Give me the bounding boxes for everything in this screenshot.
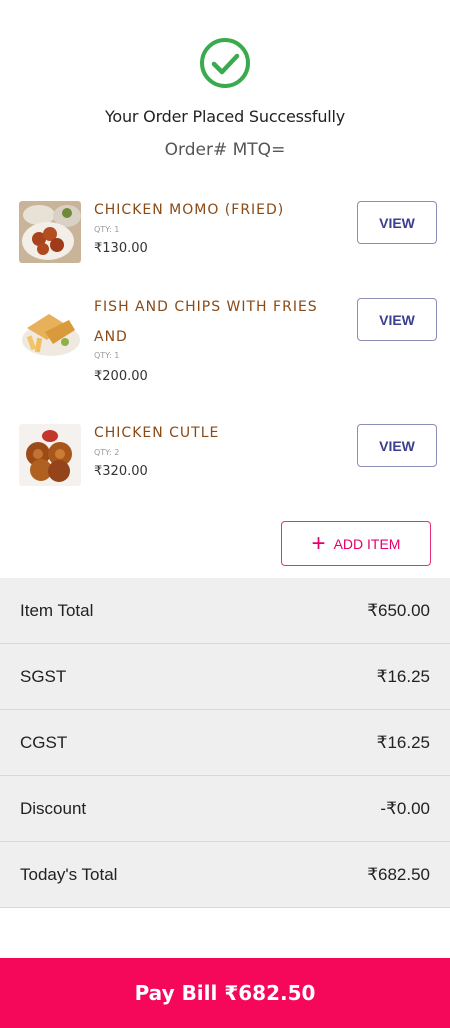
bill-summary: Item Total ₹650.00 SGST ₹16.25 CGST ₹16.… [0, 578, 450, 908]
food-thumbnail [19, 298, 81, 360]
bill-label: Discount [20, 798, 87, 818]
plus-icon: + [311, 529, 326, 557]
bill-label: Item Total [20, 600, 94, 620]
item-qty: QTY: 2 [94, 448, 120, 457]
item-name: FISH AND CHIPS WITH FRIES AND [94, 299, 318, 345]
bill-value: ₹650.00 [367, 600, 430, 620]
bill-label: CGST [20, 732, 68, 752]
item-price: ₹320.00 [94, 464, 148, 479]
bill-value: ₹16.25 [376, 732, 430, 752]
bill-row-sgst: SGST ₹16.25 [0, 644, 450, 710]
item-name: CHICKEN MOMO (FRIED) [94, 202, 285, 218]
add-item-label: ADD ITEM [333, 535, 401, 552]
bill-row-todays-total: Today's Total ₹682.50 [0, 842, 450, 908]
add-item-button[interactable]: + ADD ITEM [281, 521, 431, 566]
bill-value: -₹0.00 [380, 798, 430, 818]
item-name: CHICKEN CUTLE [94, 425, 220, 441]
food-thumbnail [19, 424, 81, 486]
bill-value: ₹16.25 [376, 666, 430, 686]
pay-bill-button[interactable]: Pay Bill ₹682.50 [0, 958, 450, 1028]
item-qty: QTY: 1 [94, 351, 120, 360]
page-title: Your Order Placed Successfully [104, 107, 346, 126]
order-number: Order# MTQ= [164, 140, 286, 160]
view-button[interactable]: VIEW [357, 298, 437, 341]
food-thumbnail [19, 201, 81, 263]
view-button[interactable]: VIEW [357, 424, 437, 467]
bill-row-cgst: CGST ₹16.25 [0, 710, 450, 776]
bill-label: Today's Total [20, 864, 118, 884]
item-qty: QTY: 1 [94, 225, 120, 234]
check-circle-icon [200, 38, 250, 88]
bill-row-discount: Discount -₹0.00 [0, 776, 450, 842]
item-price: ₹130.00 [94, 241, 148, 256]
view-button[interactable]: VIEW [357, 201, 437, 244]
bill-value: ₹682.50 [367, 864, 430, 884]
bill-label: SGST [20, 666, 67, 686]
bill-row-item-total: Item Total ₹650.00 [0, 578, 450, 644]
item-price: ₹200.00 [94, 369, 148, 384]
